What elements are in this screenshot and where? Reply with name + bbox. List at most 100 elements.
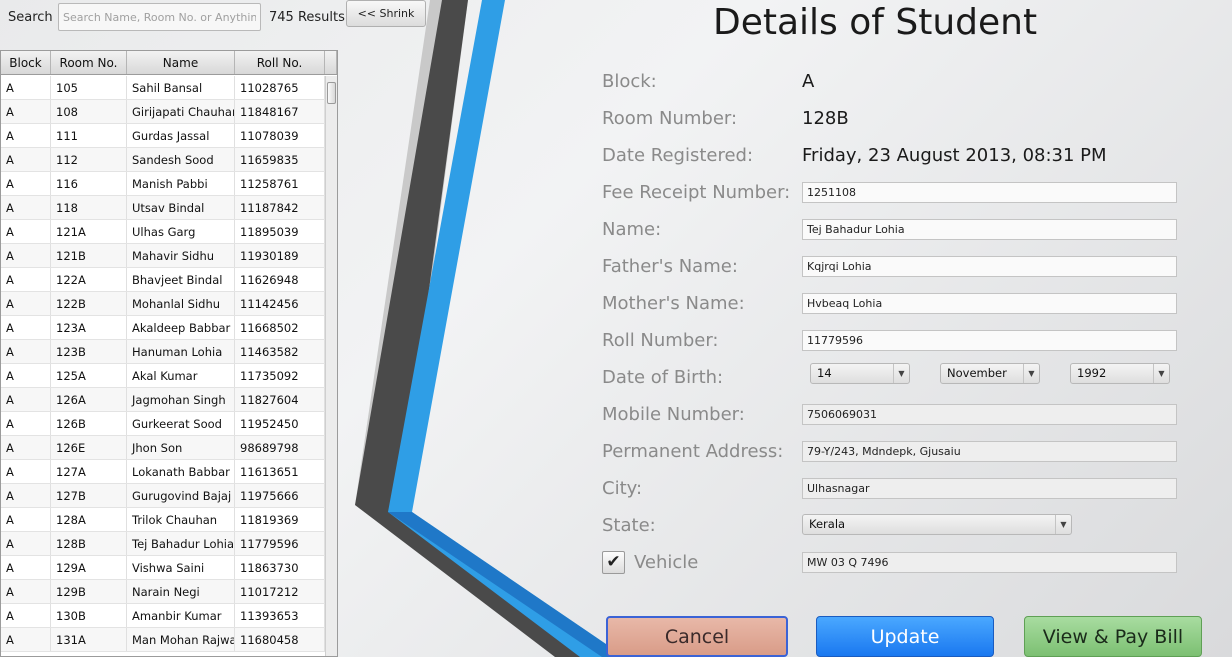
cell-room: 126E: [51, 436, 127, 459]
column-header-name[interactable]: Name: [127, 51, 235, 74]
vehicle-field[interactable]: MW 03 Q 7496: [802, 552, 1177, 573]
page-title: Details of Student: [713, 2, 1038, 43]
cell-block: A: [1, 340, 51, 363]
roll-number-field[interactable]: 11779596: [802, 330, 1177, 351]
cell-name: Girijapati Chauhan: [127, 100, 235, 123]
table-row[interactable]: A 127A Lokanath Babbar 11613651: [1, 460, 325, 484]
dob-month-select[interactable]: November ▼: [940, 363, 1040, 384]
roll-number-label: Roll Number:: [602, 330, 719, 351]
vehicle-checkbox[interactable]: ✔: [602, 551, 625, 574]
fee-receipt-field[interactable]: 1251108: [802, 182, 1177, 203]
table-row[interactable]: A 123B Hanuman Lohia 11463582: [1, 340, 325, 364]
table-row[interactable]: A 126B Gurkeerat Sood 11952450: [1, 412, 325, 436]
cell-name: Sahil Bansal: [127, 76, 235, 99]
address-field[interactable]: 79-Y/243, Mdndepk, Gjusaiu: [802, 441, 1177, 462]
cell-name: Mohanlal Sidhu: [127, 292, 235, 315]
cell-room: 129A: [51, 556, 127, 579]
cell-block: A: [1, 124, 51, 147]
mother-name-label: Mother's Name:: [602, 293, 745, 314]
table-row[interactable]: A 127B Gurugovind Bajaj 11975666: [1, 484, 325, 508]
dob-day-value: 14: [817, 366, 832, 380]
table-row[interactable]: A 105 Sahil Bansal 11028765: [1, 76, 325, 100]
cell-block: A: [1, 580, 51, 603]
city-field[interactable]: Ulhasnagar: [802, 478, 1177, 499]
cell-name: Bhavjeet Bindal: [127, 268, 235, 291]
cell-block: A: [1, 196, 51, 219]
table-row[interactable]: A 108 Girijapati Chauhan 11848167: [1, 100, 325, 124]
dob-label: Date of Birth:: [602, 367, 724, 388]
father-name-field[interactable]: Kqjrqi Lohia: [802, 256, 1177, 277]
scroll-thumb[interactable]: [327, 82, 336, 104]
cell-block: A: [1, 628, 51, 651]
search-input[interactable]: [58, 3, 261, 31]
table-row[interactable]: A 128A Trilok Chauhan 11819369: [1, 508, 325, 532]
cell-name: Gurugovind Bajaj: [127, 484, 235, 507]
cell-room: 123A: [51, 316, 127, 339]
cell-room: 111: [51, 124, 127, 147]
table-row[interactable]: A 126A Jagmohan Singh 11827604: [1, 388, 325, 412]
shrink-button[interactable]: << Shrink: [346, 0, 426, 27]
cell-name: Akal Kumar: [127, 364, 235, 387]
cell-name: Gurdas Jassal: [127, 124, 235, 147]
cancel-button[interactable]: Cancel: [606, 616, 788, 657]
table-row[interactable]: A 122A Bhavjeet Bindal 11626948: [1, 268, 325, 292]
cell-roll: 11827604: [235, 388, 325, 411]
name-field[interactable]: Tej Bahadur Lohia: [802, 219, 1177, 240]
table-row[interactable]: A 116 Manish Pabbi 11258761: [1, 172, 325, 196]
state-select[interactable]: Kerala ▼: [802, 514, 1072, 535]
table-row[interactable]: A 123A Akaldeep Babbar 11668502: [1, 316, 325, 340]
table-row[interactable]: A 121B Mahavir Sidhu 11930189: [1, 244, 325, 268]
chevron-down-icon: ▼: [1055, 515, 1071, 534]
mobile-field[interactable]: 7506069031: [802, 404, 1177, 425]
table-row[interactable]: A 111 Gurdas Jassal 11078039: [1, 124, 325, 148]
table-row[interactable]: A 130B Amanbir Kumar 11393653: [1, 604, 325, 628]
cell-room: 122B: [51, 292, 127, 315]
table-row[interactable]: A 121A Ulhas Garg 11895039: [1, 220, 325, 244]
table-row[interactable]: A 126E Jhon Son 98689798: [1, 436, 325, 460]
cell-block: A: [1, 364, 51, 387]
cell-roll: 11975666: [235, 484, 325, 507]
table-row[interactable]: A 125A Akal Kumar 11735092: [1, 364, 325, 388]
stripe-dark: [355, 0, 590, 657]
mother-name-field[interactable]: Hvbeaq Lohia: [802, 293, 1177, 314]
column-header-block[interactable]: Block: [1, 51, 51, 74]
table-scrollbar[interactable]: [325, 76, 337, 656]
state-value: Kerala: [809, 517, 846, 531]
cell-block: A: [1, 508, 51, 531]
table-row[interactable]: A 129B Narain Negi 11017212: [1, 580, 325, 604]
view-pay-bill-button[interactable]: View & Pay Bill: [1024, 616, 1202, 657]
table-row[interactable]: A 118 Utsav Bindal 11187842: [1, 196, 325, 220]
cell-roll: 11626948: [235, 268, 325, 291]
cell-room: 131A: [51, 628, 127, 651]
cell-room: 128B: [51, 532, 127, 555]
cell-block: A: [1, 172, 51, 195]
cell-roll: 11863730: [235, 556, 325, 579]
cell-block: A: [1, 412, 51, 435]
cell-block: A: [1, 436, 51, 459]
column-header-roll[interactable]: Roll No.: [235, 51, 325, 74]
update-button[interactable]: Update: [816, 616, 994, 657]
city-label: City:: [602, 478, 643, 499]
dob-day-select[interactable]: 14 ▼: [810, 363, 910, 384]
results-count: 745 Results: [269, 10, 345, 25]
table-row[interactable]: A 129A Vishwa Saini 11863730: [1, 556, 325, 580]
dob-year-select[interactable]: 1992 ▼: [1070, 363, 1170, 384]
name-label: Name:: [602, 219, 662, 240]
cell-roll: 11142456: [235, 292, 325, 315]
column-header-room[interactable]: Room No.: [51, 51, 127, 74]
dob-year-value: 1992: [1077, 366, 1107, 380]
fee-receipt-label: Fee Receipt Number:: [602, 182, 791, 203]
cell-roll: 11017212: [235, 580, 325, 603]
cell-roll: 11463582: [235, 340, 325, 363]
cell-block: A: [1, 148, 51, 171]
table-row[interactable]: A 128B Tej Bahadur Lohia 11779596: [1, 532, 325, 556]
table-row[interactable]: A 112 Sandesh Sood 11659835: [1, 148, 325, 172]
cell-name: Hanuman Lohia: [127, 340, 235, 363]
search-label: Search: [8, 10, 53, 25]
cell-roll: 11779596: [235, 532, 325, 555]
cell-block: A: [1, 220, 51, 243]
table-row[interactable]: A 122B Mohanlal Sidhu 11142456: [1, 292, 325, 316]
table-row[interactable]: A 131A Man Mohan Rajwal 11680458: [1, 628, 325, 652]
cell-room: 112: [51, 148, 127, 171]
cell-name: Ulhas Garg: [127, 220, 235, 243]
